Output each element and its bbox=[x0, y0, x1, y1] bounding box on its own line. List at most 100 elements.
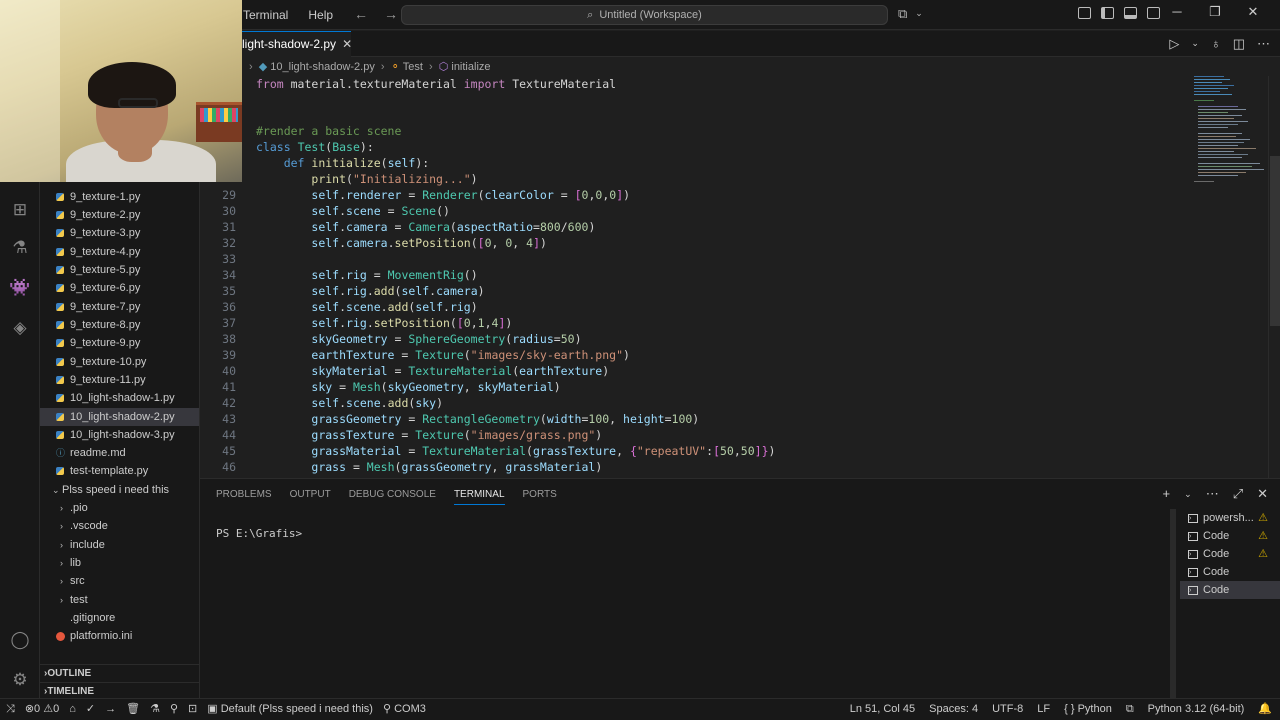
chevron-down-icon[interactable]: ⌄ bbox=[915, 6, 923, 22]
file-9-texture-3[interactable]: 9_texture-3.py bbox=[40, 224, 199, 242]
tab-terminal[interactable]: TERMINAL bbox=[453, 489, 505, 505]
file-10-light-shadow-3[interactable]: 10_light-shadow-3.py bbox=[40, 426, 199, 444]
tab-problems[interactable]: PROBLEMS bbox=[216, 489, 272, 505]
platformio-alien-icon[interactable]: 👾 bbox=[9, 277, 31, 299]
toggle-panel-icon[interactable] bbox=[1124, 7, 1137, 19]
split-editor-icon[interactable]: ◫ bbox=[1233, 36, 1245, 52]
command-center[interactable]: ⌕ Untitled (Workspace) bbox=[401, 5, 888, 25]
folder-lib[interactable]: › lib bbox=[40, 554, 199, 572]
search-icon: ⌕ bbox=[587, 8, 594, 21]
toggle-sidebar-icon[interactable] bbox=[1101, 7, 1114, 19]
notifications-bell-icon[interactable]: 🔔 bbox=[1258, 699, 1272, 720]
folder-plss-speed[interactable]: ⌄ Plss speed i need this bbox=[40, 481, 199, 499]
clean-trash-icon[interactable]: 🗑 bbox=[126, 699, 140, 720]
file-test-template[interactable]: test-template.py bbox=[40, 462, 199, 480]
project-env[interactable]: ▣ Default (Plss speed i need this) bbox=[207, 699, 373, 720]
serial-port[interactable]: ⚲ COM3 bbox=[383, 699, 426, 720]
file-9-texture-7[interactable]: 9_texture-7.py bbox=[40, 298, 199, 316]
new-terminal-icon[interactable]: + bbox=[1163, 486, 1171, 502]
remote-icon[interactable]: ⤨ bbox=[6, 699, 15, 720]
timeline-section[interactable]: ›TIMELINE bbox=[40, 682, 199, 698]
folder-vscode[interactable]: › .vscode bbox=[40, 517, 199, 535]
terminal-item-powershell[interactable]: › powersh... ⚠ bbox=[1180, 509, 1280, 527]
folder-src[interactable]: › src bbox=[40, 572, 199, 590]
maximize-panel-icon[interactable]: ⤢ bbox=[1233, 486, 1243, 502]
python-file-icon bbox=[56, 284, 64, 293]
customize-layout-icon[interactable] bbox=[1078, 7, 1091, 19]
maximize-button[interactable]: ❐ bbox=[1196, 4, 1234, 20]
terminal-item-code-4[interactable]: › Code bbox=[1180, 581, 1280, 599]
run-icon[interactable]: ▷ bbox=[1169, 36, 1179, 52]
tab-light-shadow-2[interactable]: light-shadow-2.py ✕ bbox=[242, 31, 351, 57]
copilot-icon[interactable]: ⧉ bbox=[1126, 699, 1134, 720]
breadcrumb-file[interactable]: 10_light-shadow-2.py bbox=[270, 61, 375, 73]
file-10-light-shadow-2[interactable]: 10_light-shadow-2.py bbox=[40, 408, 199, 426]
copilot-icon[interactable]: ⧉ bbox=[898, 6, 907, 22]
cursor-position[interactable]: Ln 51, Col 45 bbox=[850, 699, 915, 720]
testing-flask-icon[interactable]: ⚗ bbox=[9, 237, 31, 259]
minimap[interactable] bbox=[1190, 76, 1268, 478]
file-9-texture-9[interactable]: 9_texture-9.py bbox=[40, 334, 199, 352]
class-icon: ⚬ bbox=[390, 61, 400, 73]
folder-test[interactable]: › test bbox=[40, 591, 199, 609]
build-check-icon[interactable]: ✓ bbox=[86, 699, 95, 720]
gear-icon[interactable]: ⚙ bbox=[9, 669, 31, 691]
upload-arrow-icon[interactable]: → bbox=[105, 699, 116, 720]
test-flask-icon[interactable]: ⚗ bbox=[150, 699, 160, 720]
more-actions-icon[interactable]: ⋯ bbox=[1206, 486, 1219, 502]
code-line: 45 grassMaterial = TextureMaterial(grass… bbox=[222, 444, 776, 458]
breadcrumb-class[interactable]: Test bbox=[403, 61, 423, 73]
file-9-texture-2[interactable]: 9_texture-2.py bbox=[40, 206, 199, 224]
terminal-item-code-1[interactable]: › Code ⚠ bbox=[1180, 527, 1280, 545]
minimize-button[interactable]: ─ bbox=[1158, 4, 1196, 20]
file-9-texture-8[interactable]: 9_texture-8.py bbox=[40, 316, 199, 334]
file-9-texture-6[interactable]: 9_texture-6.py bbox=[40, 279, 199, 297]
account-icon[interactable]: ◯ bbox=[9, 629, 31, 651]
code-editor[interactable]: from material.textureMaterial import Tex… bbox=[200, 76, 1190, 478]
file-9-texture-4[interactable]: 9_texture-4.py bbox=[40, 243, 199, 261]
terminal-item-code-2[interactable]: › Code ⚠ bbox=[1180, 545, 1280, 563]
more-actions-icon[interactable]: ⋯ bbox=[1257, 36, 1270, 52]
end-of-line[interactable]: LF bbox=[1037, 699, 1050, 720]
terminal-item-code-3[interactable]: › Code bbox=[1180, 563, 1280, 581]
tab-output[interactable]: OUTPUT bbox=[290, 489, 331, 505]
back-arrow-icon[interactable]: ← bbox=[354, 6, 368, 22]
python-icon[interactable]: ◈ bbox=[9, 317, 31, 339]
chevron-down-icon[interactable]: ⌄ bbox=[1191, 36, 1199, 52]
editor-scrollbar[interactable] bbox=[1268, 76, 1280, 478]
forward-arrow-icon[interactable]: → bbox=[384, 6, 398, 22]
terminal-icon[interactable]: ⊡ bbox=[188, 699, 197, 720]
file-9-texture-1[interactable]: 9_texture-1.py bbox=[40, 188, 199, 206]
close-panel-icon[interactable]: ✕ bbox=[1257, 486, 1268, 502]
file-9-texture-10[interactable]: 9_texture-10.py bbox=[40, 353, 199, 371]
home-icon[interactable]: ⌂ bbox=[69, 699, 76, 720]
tab-debug-console[interactable]: DEBUG CONSOLE bbox=[349, 489, 436, 505]
indentation[interactable]: Spaces: 4 bbox=[929, 699, 978, 720]
terminal-scrollbar[interactable] bbox=[1170, 509, 1176, 699]
tab-ports[interactable]: PORTS bbox=[523, 489, 557, 505]
serial-plug-icon[interactable]: ⚲ bbox=[170, 699, 178, 720]
encoding[interactable]: UTF-8 bbox=[992, 699, 1023, 720]
close-window-button[interactable]: ✕ bbox=[1234, 4, 1272, 20]
language-mode[interactable]: { } Python bbox=[1064, 699, 1112, 720]
menu-help[interactable]: Help bbox=[308, 8, 333, 22]
outline-section[interactable]: ›OUTLINE bbox=[40, 664, 199, 682]
python-interpreter[interactable]: Python 3.12 (64-bit) bbox=[1148, 699, 1245, 720]
terminal-prompt[interactable]: PS E:\Grafis> bbox=[216, 527, 302, 540]
breadcrumb-method[interactable]: initialize bbox=[451, 61, 490, 73]
folder-include[interactable]: › include bbox=[40, 536, 199, 554]
file-gitignore[interactable]: .gitignore bbox=[40, 609, 199, 627]
lightbulb-icon[interactable]: ♁ bbox=[1211, 36, 1221, 52]
file-10-light-shadow-1[interactable]: 10_light-shadow-1.py bbox=[40, 389, 199, 407]
folder-pio[interactable]: › .pio bbox=[40, 499, 199, 517]
file-9-texture-11[interactable]: 9_texture-11.py bbox=[40, 371, 199, 389]
close-icon[interactable]: ✕ bbox=[342, 37, 351, 51]
menu-terminal[interactable]: Terminal bbox=[243, 8, 288, 22]
chevron-down-icon[interactable]: ⌄ bbox=[1184, 486, 1192, 502]
file-platformio-ini[interactable]: platformio.ini bbox=[40, 627, 199, 645]
extensions-icon[interactable]: ⊞ bbox=[9, 199, 31, 221]
problems-indicator[interactable]: ⊗0 ⚠0 bbox=[25, 699, 59, 720]
file-readme[interactable]: ⓘ readme.md bbox=[40, 444, 199, 462]
scrollbar-thumb[interactable] bbox=[1270, 156, 1280, 326]
file-9-texture-5[interactable]: 9_texture-5.py bbox=[40, 261, 199, 279]
